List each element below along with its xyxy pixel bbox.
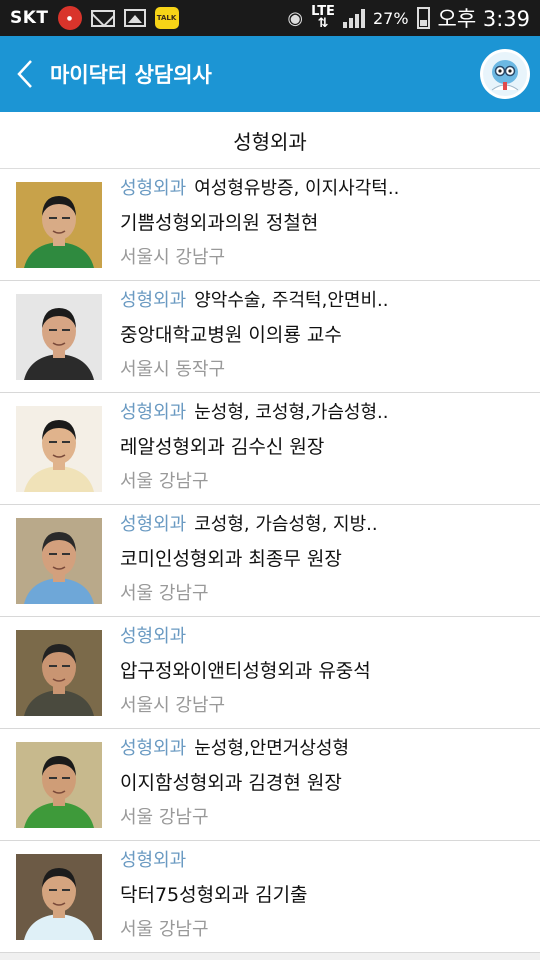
doctor-department: 성형외과 [120,738,187,759]
doctor-specialties: 눈성형,안면거상성형 [194,738,350,759]
doctor-photo [16,293,102,380]
doctor-department: 성형외과 [120,850,187,871]
doctor-name: 이지함성형외과 김경현 원장 [120,772,342,794]
carrier-label: SKT [10,8,49,28]
doctor-department: 성형외과 [120,290,187,311]
doctor-list-item[interactable]: 성형외과 여성형유방증, 이지사각턱.. 기쁨성형외과의원 정철현서울시 강남구 [0,169,540,281]
doctor-list-item[interactable]: 성형외과 눈성형, 코성형,가슴성형.. 레알성형외과 김수신 원장서울 강남구 [0,393,540,505]
doctor-specialties: 코성형, 가슴성형, 지방.. [194,514,378,535]
doctor-photo [16,853,102,940]
category-header: 성형외과 [0,112,540,169]
doctor-location: 서울시 동작구 [120,359,226,380]
chevron-left-icon [17,60,32,88]
doctor-list-item[interactable]: 성형외과압구정와이앤티성형외과 유중석서울시 강남구 [0,617,540,729]
doctor-department: 성형외과 [120,514,187,535]
doctor-mascot-icon [483,52,527,96]
doctor-photo [16,629,102,716]
doctor-specialties: 여성형유방증, 이지사각턱.. [194,178,400,199]
doctor-location: 서울 강남구 [120,919,209,940]
back-button[interactable] [14,58,36,90]
doctor-list-item[interactable]: 성형외과 양악수술, 주걱턱,안면비.. 중앙대학교병원 이의룡 교수서울시 동작구 [0,281,540,393]
doctor-photo [16,181,102,268]
image-icon [123,9,146,27]
doctor-name: 레알성형외과 김수신 원장 [120,436,325,458]
doctor-location: 서울시 강남구 [120,247,226,268]
notification-badge-icon: ● [57,6,82,30]
doctor-list-item[interactable]: 성형외과 눈성형,안면거상성형이지함성형외과 김경현 원장서울 강남구 [0,729,540,841]
profile-avatar-button[interactable] [480,49,530,99]
network-type: LTE ⇅ [311,4,335,31]
app-bar: 마이닥터 상담의사 [0,36,540,112]
mail-icon [90,9,115,27]
battery-icon [416,7,430,29]
doctor-name: 중앙대학교병원 이의룡 교수 [120,324,342,346]
doctor-name: 닥터75성형외과 김기출 [120,884,308,906]
clock: 오후 3:39 [437,7,530,31]
doctor-name: 코미인성형외과 최종무 원장 [120,548,342,570]
status-bar: SKT ● TALK ◉ LTE ⇅ 27% 오후 3:39 [0,0,540,36]
doctor-department: 성형외과 [120,626,187,647]
doctor-photo [16,405,102,492]
doctor-photo [16,741,102,828]
doctor-location: 서울 강남구 [120,471,209,492]
doctor-list: 성형외과 여성형유방증, 이지사각턱.. 기쁨성형외과의원 정철현 서울시 강남구 성형… [0,169,540,953]
doctor-location: 서울 강남구 [120,583,209,604]
eye-icon: ◉ [287,7,304,29]
doctor-list-item[interactable]: 성형외과 코성형, 가슴성형, 지방.. 코미인성형외과 최종무 원장서울 강남구 [0,505,540,617]
doctor-location: 서울 강남구 [120,807,209,828]
page-title: 마이닥터 상담의사 [50,63,212,87]
doctor-list-item[interactable]: 성형외과닥터75성형외과 김기출서울 강남구 [0,841,540,953]
doctor-department: 성형외과 [120,178,187,199]
signal-icon [342,8,365,28]
doctor-name: 압구정와이앤티성형외과 유중석 [120,660,371,682]
doctor-name: 기쁨성형외과의원 정철현 [120,212,319,234]
doctor-specialties: 양악수술, 주걱턱,안면비.. [194,290,389,311]
doctor-department: 성형외과 [120,402,187,423]
doctor-specialties: 눈성형, 코성형,가슴성형.. [194,402,389,423]
doctor-location: 서울시 강남구 [120,695,226,716]
doctor-photo [16,517,102,604]
kakaotalk-icon: TALK [154,7,179,29]
battery-percent: 27% [372,8,409,28]
